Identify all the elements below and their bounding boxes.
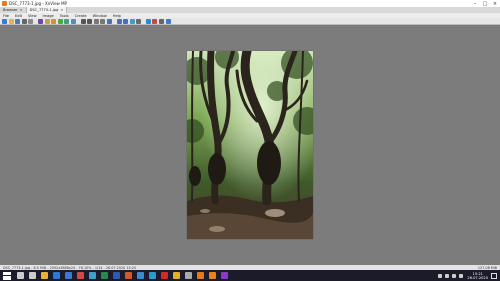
forest-photo (187, 51, 313, 239)
info-icon[interactable] (145, 18, 151, 24)
xnview-logo-icon (2, 1, 7, 6)
crop-icon[interactable] (37, 18, 43, 24)
chrome-icon[interactable] (172, 272, 180, 279)
menu-edit[interactable]: Edit (12, 14, 25, 18)
clock[interactable]: 15:21 26.07.2020 (467, 272, 488, 280)
status-info: DSC_7773-1.jpg - 8.5 MiB - 2592x3888x24 … (3, 265, 137, 270)
histogram-icon[interactable] (152, 18, 158, 24)
minimize-icon[interactable]: – (470, 0, 480, 7)
settings-icon[interactable] (159, 18, 165, 24)
task-view-icon[interactable] (28, 272, 36, 279)
xnview-icon[interactable] (208, 272, 216, 279)
start-icon[interactable] (3, 271, 11, 280)
calendar-icon[interactable] (76, 272, 84, 279)
help-icon[interactable] (165, 18, 171, 24)
memory-usage: 127,08 MiB (477, 265, 497, 270)
print-icon[interactable] (21, 18, 27, 24)
menu-help[interactable]: Help (110, 14, 124, 18)
mail-icon[interactable] (52, 272, 60, 279)
menu-window[interactable]: Window (90, 14, 110, 18)
next-icon[interactable] (123, 18, 129, 24)
photo-image (187, 51, 313, 239)
settings-icon[interactable] (184, 272, 192, 279)
tab-label: DSC_7773-1.jpg (29, 8, 59, 12)
system-tray: 15:21 26.07.2020 (436, 270, 500, 281)
copy-icon[interactable] (28, 18, 34, 24)
onenote-icon[interactable] (220, 272, 228, 279)
fit-icon[interactable] (93, 18, 99, 24)
menu-view[interactable]: View (25, 14, 40, 18)
volume-icon[interactable] (451, 273, 456, 278)
clock-date: 26.07.2020 (467, 275, 488, 280)
folder-icon[interactable] (8, 18, 14, 24)
firefox-icon[interactable] (196, 272, 204, 279)
home-icon[interactable] (2, 18, 7, 24)
tab-label: Browser (3, 8, 18, 12)
close-icon[interactable]: × (20, 8, 23, 12)
onedrive-icon[interactable] (136, 272, 144, 279)
zoom-in-icon[interactable] (80, 18, 86, 24)
windows-taskbar: 15:21 26.07.2020 (0, 270, 500, 281)
maximize-icon[interactable]: □ (480, 0, 490, 7)
fullscreen-icon[interactable] (106, 18, 112, 24)
network-icon[interactable] (444, 273, 449, 278)
edge-icon[interactable] (148, 272, 156, 279)
word-icon[interactable] (112, 272, 120, 279)
store-icon[interactable] (64, 272, 72, 279)
search-icon[interactable] (16, 272, 24, 279)
close-icon[interactable]: × (490, 0, 500, 7)
menu-tools[interactable]: Tools (57, 14, 72, 18)
chevron-up-icon[interactable] (437, 273, 442, 278)
menu-image[interactable]: Image (40, 14, 57, 18)
menu-file[interactable]: File (0, 14, 12, 18)
toolbar (0, 18, 500, 25)
photos-icon[interactable] (88, 272, 96, 279)
file-explorer-icon[interactable] (40, 272, 48, 279)
battery-icon[interactable] (458, 273, 463, 278)
window-controls: – □ × (470, 0, 500, 7)
zoom-out-icon[interactable] (87, 18, 93, 24)
filter-icon[interactable] (57, 18, 63, 24)
powerpoint-icon[interactable] (124, 272, 132, 279)
save-icon[interactable] (15, 18, 21, 24)
effects-icon[interactable] (64, 18, 70, 24)
slideshow-icon[interactable] (129, 18, 135, 24)
rotate-icon[interactable] (44, 18, 50, 24)
notification-icon[interactable] (491, 272, 497, 279)
compare-icon[interactable] (136, 18, 142, 24)
prev-icon[interactable] (116, 18, 122, 24)
title-bar: DSC_7773-1.jpg - XnView MP – □ × (0, 0, 500, 7)
window-title: DSC_7773-1.jpg - XnView MP (9, 1, 67, 6)
actual-size-icon[interactable] (100, 18, 106, 24)
excel-icon[interactable] (100, 272, 108, 279)
opera-icon[interactable] (160, 272, 168, 279)
close-icon[interactable]: × (60, 8, 63, 12)
menu-create[interactable]: Create (72, 14, 90, 18)
image-viewer-canvas[interactable] (0, 26, 500, 265)
resize-icon[interactable] (70, 18, 76, 24)
taskbar-apps (14, 272, 230, 279)
adjust-icon[interactable] (51, 18, 57, 24)
